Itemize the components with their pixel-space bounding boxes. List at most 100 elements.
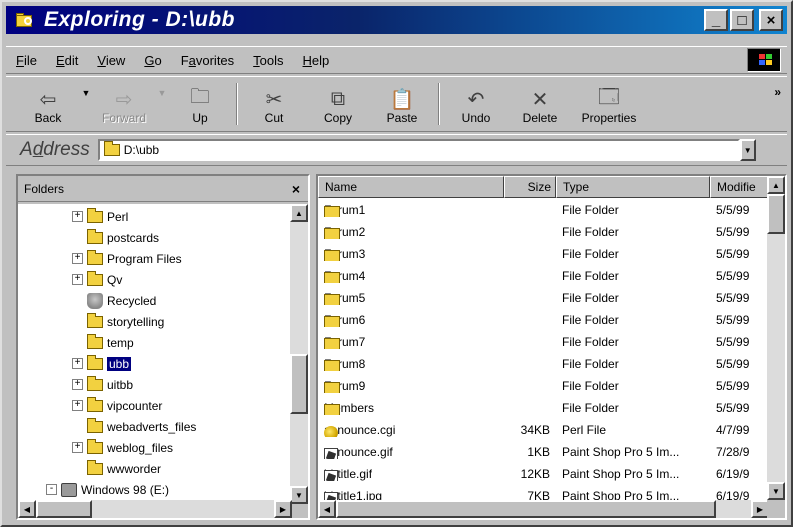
up-folder-icon: 🗀 [190,86,210,108]
expand-icon[interactable]: + [72,253,83,264]
back-button[interactable]: ⇦ Back [16,77,80,131]
windows-logo-icon [747,48,781,72]
column-header-size[interactable]: Size [504,176,556,198]
tree-item[interactable]: + weblog_files [72,437,173,458]
scroll-thumb[interactable] [767,194,785,234]
menu-edit[interactable]: Edit [46,53,87,68]
file-size-cell: 34KB [520,423,550,437]
cut-button[interactable]: ✂ Cut [242,77,306,131]
column-header-name[interactable]: Name [318,176,504,198]
tree-item[interactable]: storytelling [72,311,164,332]
scroll-left-button[interactable]: ◀ [318,500,336,518]
menu-view[interactable]: View [87,53,134,68]
minimize-button[interactable]: _ [704,9,728,31]
tree-item[interactable]: + Qv [72,269,122,290]
scroll-right-button[interactable]: ▶ [274,500,292,518]
file-row[interactable]: Members File Folder 5/5/99 [318,398,769,420]
expand-icon[interactable]: + [72,274,83,285]
file-row[interactable]: announce.cgi 34KB Perl File 4/7/99 [318,420,769,442]
expand-icon[interactable]: + [72,400,83,411]
forward-dropdown-icon[interactable]: ▼ [156,77,168,131]
folder-icon [87,396,103,412]
tree-item-label: vipcounter [107,398,163,413]
file-name-cell: Forum6 [324,313,504,327]
file-row[interactable]: Forum6 File Folder 5/5/99 [318,310,769,332]
scroll-thumb[interactable] [36,500,92,518]
menu-go[interactable]: Go [134,53,170,68]
file-row[interactable]: Forum5 File Folder 5/5/99 [318,288,769,310]
file-list-horizontal-scrollbar[interactable]: ◀ ▶ [318,500,769,518]
expand-icon[interactable]: + [72,379,83,390]
title-bar[interactable]: Exploring - D:\ubb _ □ × [6,6,787,34]
delete-button[interactable]: ✕ Delete [508,77,572,131]
maximize-button[interactable]: □ [730,9,754,31]
folder-icon [324,382,340,393]
scroll-thumb[interactable] [290,354,308,414]
expand-icon[interactable]: + [72,358,83,369]
menu-bar: File Edit View Go Favorites Tools Help [6,46,787,74]
paste-button[interactable]: 📋 Paste [370,77,434,131]
column-header-type[interactable]: Type [556,176,710,198]
column-header-modified[interactable]: Modifie [710,176,769,198]
undo-button[interactable]: ↶ Undo [444,77,508,131]
scroll-down-button[interactable]: ▼ [767,482,785,500]
scroll-up-button[interactable]: ▲ [290,204,308,222]
folders-horizontal-scrollbar[interactable]: ◀ ▶ [18,500,292,518]
file-row[interactable]: Forum1 File Folder 5/5/99 [318,200,769,222]
close-button[interactable]: × [759,9,783,31]
expand-icon[interactable]: + [72,211,83,222]
tree-item[interactable]: temp [72,332,134,353]
file-row[interactable]: Forum2 File Folder 5/5/99 [318,222,769,244]
explorer-icon [14,11,36,29]
explorer-window: Exploring - D:\ubb _ □ × File Edit View … [0,0,793,527]
tree-item[interactable]: + uitbb [72,374,133,395]
tree-item[interactable]: webadverts_files [72,416,196,437]
scroll-up-button[interactable]: ▲ [767,176,785,194]
file-row[interactable]: Forum7 File Folder 5/5/99 [318,332,769,354]
folder-icon [324,338,340,349]
properties-button[interactable]: 🗔 Properties [572,77,646,131]
menu-file[interactable]: File [6,53,46,68]
file-row[interactable]: Forum3 File Folder 5/5/99 [318,244,769,266]
back-arrow-icon: ⇦ [39,88,57,111]
up-button[interactable]: 🗀 Up [168,77,232,131]
folders-pane-close-button[interactable]: × [292,181,300,197]
menu-help[interactable]: Help [293,53,339,68]
back-dropdown-icon[interactable]: ▼ [80,77,92,131]
folder-icon [87,228,103,244]
tree-item[interactable]: - Windows 98 (E:) [46,479,169,500]
tree-item[interactable]: wwworder [72,458,161,479]
forward-button[interactable]: ⇨ Forward [92,77,156,131]
menu-tools[interactable]: Tools [243,53,292,68]
scroll-down-button[interactable]: ▼ [290,486,308,504]
file-type-cell: File Folder [562,401,619,415]
file-list-vertical-scrollbar[interactable]: ▲ ▼ [767,176,785,500]
file-row[interactable]: Forum9 File Folder 5/5/99 [318,376,769,398]
tree-item[interactable]: + vipcounter [72,395,162,416]
scroll-left-button[interactable]: ◀ [18,500,36,518]
expand-icon[interactable]: + [72,442,83,453]
file-modified-cell: 6/19/9 [716,467,750,481]
folder-icon [87,375,103,391]
file-row[interactable]: bbtitle.gif 12KB Paint Shop Pro 5 Im... 6/1… [318,464,769,486]
tree-item[interactable]: + Perl [72,206,128,227]
address-value: D:\ubb [123,143,160,157]
toolbar-more-chevron[interactable]: » [774,77,781,131]
address-input[interactable]: D:\ubb [97,139,740,161]
address-dropdown-button[interactable]: ▼ [739,139,756,161]
tree-item[interactable]: + Program Files [72,248,182,269]
tree-item[interactable]: postcards [72,227,159,248]
folders-vertical-scrollbar[interactable]: ▲ ▼ [290,204,308,504]
scroll-thumb[interactable] [336,500,716,518]
tree-item-label: ubb [107,356,132,371]
file-row[interactable]: Forum8 File Folder 5/5/99 [318,354,769,376]
copy-button[interactable]: ⧉ Copy [306,77,370,131]
undo-icon: ↶ [467,88,485,111]
file-row[interactable]: Forum4 File Folder 5/5/99 [318,266,769,288]
collapse-icon[interactable]: - [46,484,57,495]
folders-pane: Folders × + Perl postcards + Program Files + Q… [16,174,310,520]
tree-item[interactable]: Recycled [72,290,156,311]
tree-item[interactable]: + ubb [72,353,132,374]
file-row[interactable]: announce.gif 1KB Paint Shop Pro 5 Im... 7/2… [318,442,769,464]
menu-favorites[interactable]: Favorites [171,53,243,68]
